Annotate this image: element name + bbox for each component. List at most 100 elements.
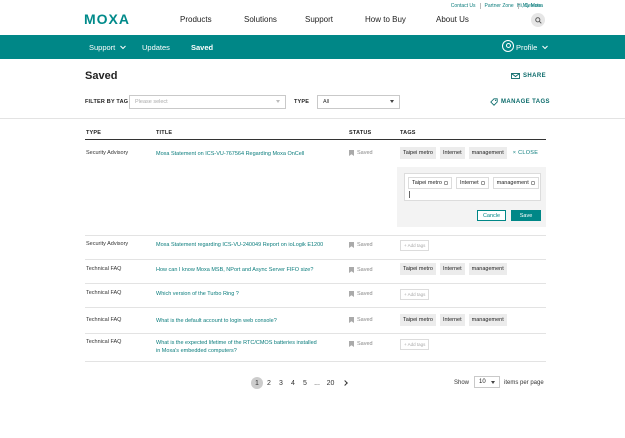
- pagination: 1 2 3 4 5 ... 20: [251, 377, 348, 389]
- close-tags-button[interactable]: × CLOSE: [513, 150, 539, 156]
- sub-navigation-bar: Support Updates Saved Profile: [0, 35, 625, 59]
- column-header-title: TITLE: [156, 130, 173, 136]
- subnav-support[interactable]: Support: [89, 43, 127, 52]
- bookmark-icon: [349, 267, 354, 273]
- editor-tag-chip[interactable]: Taipei metro: [408, 177, 452, 189]
- row-title-link[interactable]: What is the expected lifetime of the RTC…: [156, 339, 346, 355]
- manage-tags-label: MANAGE TAGS: [501, 99, 550, 105]
- row-title-link[interactable]: What is the default account to login web…: [156, 317, 341, 325]
- row-status: Saved: [349, 267, 373, 273]
- nav-support[interactable]: Support: [305, 15, 333, 24]
- chevron-down-icon: [542, 45, 549, 50]
- tag-chip[interactable]: Internet: [439, 263, 465, 275]
- user-greeting-link[interactable]: Hi, Celeste: [517, 3, 541, 9]
- editor-tag-label: Taipei metro: [412, 180, 442, 186]
- row-title-link[interactable]: Which version of the Turbo Ring ?: [156, 290, 341, 298]
- section-divider: [0, 118, 625, 119]
- row-type: Technical FAQ: [86, 317, 122, 323]
- caret-down-icon: [276, 100, 280, 103]
- editor-tag-label: management: [496, 180, 529, 186]
- add-tags-button[interactable]: + Add tags: [400, 240, 430, 251]
- subnav-updates[interactable]: Updates: [142, 43, 170, 52]
- tag-chip[interactable]: Taipei metro: [400, 263, 436, 275]
- page-size-select[interactable]: 10: [474, 376, 500, 388]
- row-type: Security Advisory: [86, 150, 129, 156]
- row-title-line: in Moxa's embedded computers?: [156, 348, 237, 354]
- profile-icon[interactable]: [502, 40, 514, 52]
- type-filter-select[interactable]: All: [317, 95, 400, 109]
- share-button[interactable]: SHARE: [511, 73, 546, 79]
- caret-down-icon: [491, 381, 495, 384]
- row-tags: + Add tags: [400, 240, 430, 251]
- tag-editor-panel: Taipei metro Internet management Cancle …: [397, 167, 546, 227]
- page-4-button[interactable]: 4: [287, 377, 299, 389]
- page-20-button[interactable]: 20: [323, 377, 338, 389]
- tag-icon: [490, 98, 498, 106]
- page-2-button[interactable]: 2: [263, 377, 275, 389]
- next-page-icon[interactable]: [342, 380, 348, 386]
- text-cursor: [409, 191, 410, 198]
- contact-us-link[interactable]: Contact Us: [447, 3, 480, 9]
- page-ellipsis: ...: [314, 379, 320, 387]
- table-row: Technical FAQ Which version of the Turbo…: [85, 284, 546, 308]
- nav-about-us[interactable]: About Us: [436, 15, 469, 24]
- manage-tags-button[interactable]: MANAGE TAGS: [490, 98, 550, 106]
- envelope-icon: [511, 73, 520, 79]
- subnav-profile[interactable]: Profile: [516, 43, 549, 52]
- tag-filter-select[interactable]: Please select: [129, 95, 286, 109]
- row-title-link[interactable]: How can I know Moxa MSB, NPort and Async…: [156, 266, 341, 274]
- row-status: Saved: [349, 341, 373, 347]
- remove-tag-icon[interactable]: [530, 181, 535, 185]
- table-row: Technical FAQ What is the default accoun…: [85, 308, 546, 334]
- page-1-button[interactable]: 1: [251, 377, 263, 389]
- row-tags: Taipei metro Internet management × CLOSE: [400, 147, 538, 159]
- nav-products[interactable]: Products: [180, 15, 212, 24]
- row-type: Security Advisory: [86, 241, 129, 247]
- editor-tag-chip[interactable]: Internet: [455, 177, 489, 189]
- save-button[interactable]: Save: [511, 210, 541, 221]
- subnav-saved[interactable]: Saved: [191, 43, 213, 52]
- tag-chip[interactable]: Internet: [439, 314, 465, 326]
- tag-chip[interactable]: Internet: [439, 147, 465, 159]
- cancel-button[interactable]: Cancle: [477, 210, 506, 221]
- tag-editor-input[interactable]: Taipei metro Internet management: [404, 173, 541, 201]
- bookmark-icon: [349, 341, 354, 347]
- bookmark-icon: [349, 150, 354, 156]
- status-label: Saved: [357, 291, 373, 297]
- row-status: Saved: [349, 291, 373, 297]
- tag-filter-placeholder: Please select: [135, 99, 168, 105]
- editor-tag-chip[interactable]: management: [492, 177, 539, 189]
- partner-zone-link[interactable]: Partner Zone: [479, 3, 518, 9]
- editor-tag-label: Internet: [459, 180, 479, 186]
- table-row: Technical FAQ How can I know Moxa MSB, N…: [85, 260, 546, 284]
- nav-solutions[interactable]: Solutions: [244, 15, 277, 24]
- tag-chip[interactable]: management: [468, 314, 507, 326]
- column-header-tags: TAGS: [400, 130, 416, 136]
- row-title-link[interactable]: Moxa Statement regarding ICS-VU-240049 R…: [156, 241, 341, 249]
- status-label: Saved: [357, 267, 373, 273]
- bookmark-icon: [349, 242, 354, 248]
- subnav-profile-label: Profile: [516, 43, 538, 52]
- page-5-button[interactable]: 5: [299, 377, 311, 389]
- row-tags: Taipei metro Internet management: [400, 263, 507, 275]
- type-filter-label: TYPE: [294, 99, 310, 105]
- tag-chip[interactable]: management: [468, 147, 507, 159]
- search-button[interactable]: [531, 13, 545, 27]
- nav-how-to-buy[interactable]: How to Buy: [365, 15, 406, 24]
- page-3-button[interactable]: 3: [275, 377, 287, 389]
- add-tags-button[interactable]: + Add tags: [400, 289, 430, 300]
- row-status: Saved: [349, 317, 373, 323]
- add-tags-button[interactable]: + Add tags: [400, 339, 430, 350]
- bookmark-icon: [349, 317, 354, 323]
- tag-chip[interactable]: Taipei metro: [400, 314, 436, 326]
- row-title-link[interactable]: Moxa Statement on ICS-VU-767564 Regardin…: [156, 150, 341, 158]
- remove-tag-icon[interactable]: [480, 181, 485, 185]
- chevron-down-icon: [120, 45, 127, 50]
- tag-chip[interactable]: Taipei metro: [400, 147, 436, 159]
- page-size-value: 10: [479, 379, 486, 385]
- remove-tag-icon[interactable]: [443, 181, 448, 185]
- moxa-logo[interactable]: MOXA: [84, 11, 130, 27]
- status-label: Saved: [357, 150, 373, 156]
- tag-chip[interactable]: management: [468, 263, 507, 275]
- status-label: Saved: [357, 341, 373, 347]
